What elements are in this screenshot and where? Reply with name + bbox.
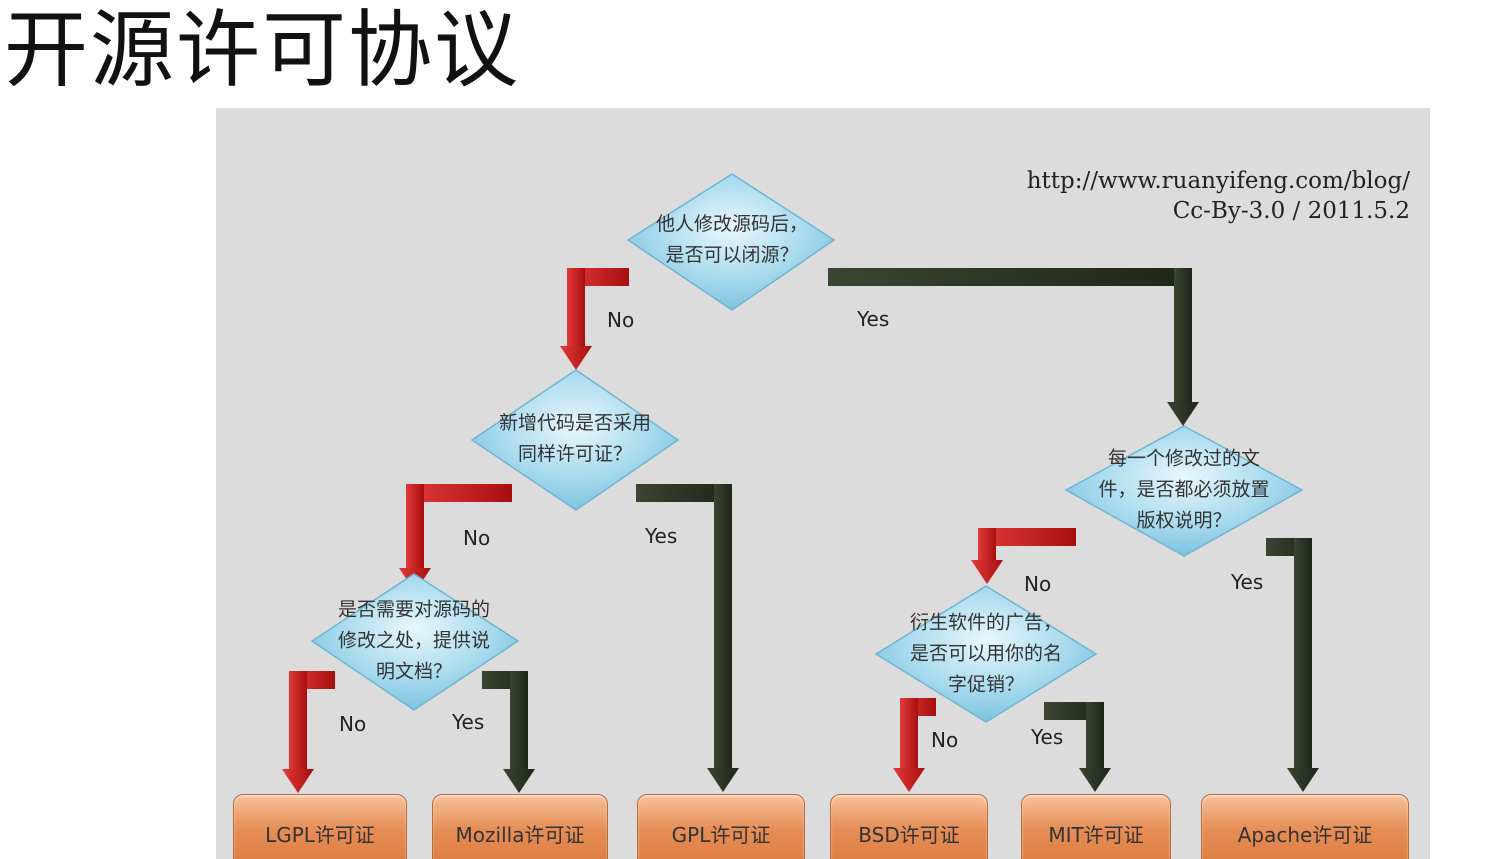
arrow-q1-yes	[828, 268, 1199, 426]
label-q3-no: No	[339, 712, 367, 736]
source-credit: http://www.ruanyifeng.com/blog/ Cc-By-3.…	[1027, 166, 1410, 226]
license-mozilla-label: Mozilla许可证	[455, 823, 585, 847]
license-mozilla: Mozilla许可证	[432, 794, 608, 859]
license-mit-label: MIT许可证	[1048, 823, 1144, 847]
question-closed-source: 他人修改源码后， 是否可以闭源？	[655, 213, 809, 266]
arrow-q4-yes	[1266, 538, 1319, 792]
license-bsd: BSD许可证	[830, 794, 988, 859]
source-url: http://www.ruanyifeng.com/blog/	[1026, 168, 1410, 194]
arrow-q3-yes	[482, 671, 535, 793]
question-same-license: 新增代码是否采用 同样许可证？	[498, 412, 652, 465]
arrow-q5-no	[893, 698, 936, 792]
label-q1-no: No	[607, 308, 635, 332]
label-q2-no: No	[463, 526, 491, 550]
question-name-promotion: 衍生软件的广告， 是否可以用你的名 字促销？	[909, 611, 1063, 696]
arrow-q3-no	[282, 671, 335, 793]
label-q5-no: No	[931, 728, 959, 752]
label-q1-yes: Yes	[857, 307, 890, 331]
question-copyright-notice: 每一个修改过的文 件，是否都必须放置 版权说明？	[1098, 447, 1270, 532]
license-bsd-label: BSD许可证	[858, 823, 960, 847]
label-q4-yes: Yes	[1231, 570, 1264, 594]
license-mit: MIT许可证	[1021, 794, 1171, 859]
license-date: Cc-By-3.0 / 2011.5.2	[1172, 198, 1410, 224]
flowchart-panel: http://www.ruanyifeng.com/blog/ Cc-By-3.…	[216, 108, 1430, 859]
license-gpl-label: GPL许可证	[671, 823, 771, 847]
page-title: 开源许可协议	[4, 1, 521, 99]
label-q3-yes: Yes	[452, 710, 485, 734]
license-lgpl-label: LGPL许可证	[265, 823, 375, 847]
license-apache: Apache许可证	[1201, 794, 1409, 859]
license-gpl: GPL许可证	[637, 794, 805, 859]
label-q2-yes: Yes	[645, 524, 678, 548]
license-lgpl: LGPL许可证	[233, 794, 407, 859]
label-q5-yes: Yes	[1031, 725, 1064, 749]
label-q4-no: No	[1024, 572, 1052, 596]
license-apache-label: Apache许可证	[1237, 823, 1373, 847]
question-document-changes: 是否需要对源码的 修改之处，提供说 明文档？	[337, 598, 491, 683]
